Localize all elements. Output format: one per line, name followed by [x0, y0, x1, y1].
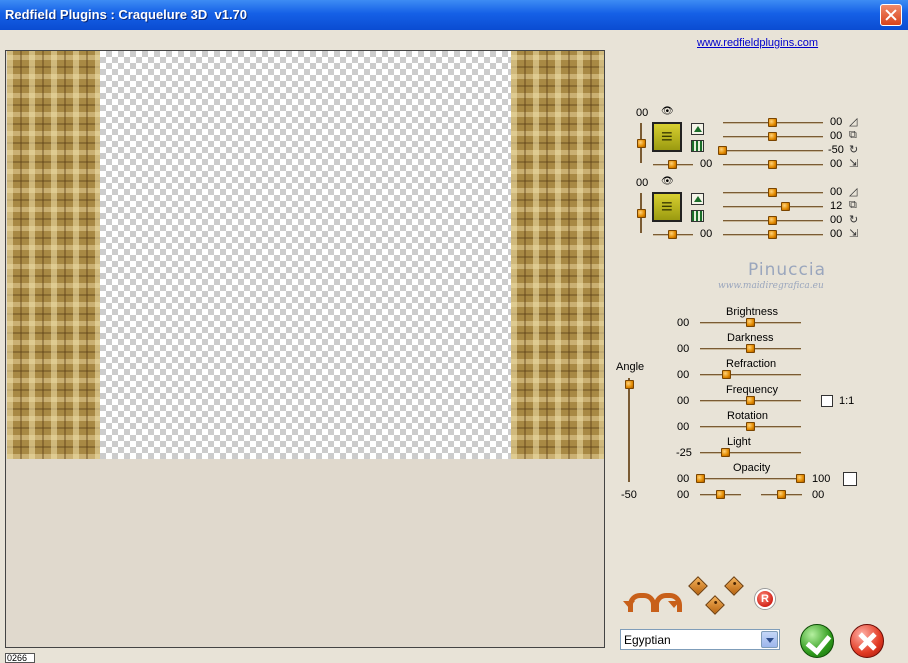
layer-2-bottom-value: 00	[700, 228, 713, 240]
bottom-left-value: 00	[677, 489, 690, 501]
refraction-label: Refraction	[726, 358, 777, 370]
watermark-name: Pinuccia	[748, 260, 826, 280]
angle-value: -50	[621, 489, 637, 501]
layer-2-pattern-button[interactable]	[691, 210, 704, 222]
layer-1-slider-3[interactable]	[723, 150, 823, 152]
light-slider[interactable]	[700, 452, 801, 454]
close-window-button[interactable]	[880, 4, 902, 26]
frequency-value: 00	[677, 395, 690, 407]
reset-button[interactable]: R	[755, 589, 775, 609]
layer-1-vertical-thumb[interactable]	[637, 139, 646, 148]
preset-selected-value: Egyptian	[624, 633, 671, 647]
window-title: Redfield Plugins : Craquelure 3D v1.70	[5, 7, 248, 22]
layer-1-slider-1-value: 00	[830, 116, 843, 128]
squares-icon: ⧉	[849, 199, 857, 211]
brightness-slider-thumb[interactable]	[746, 318, 755, 327]
title-bar: Redfield Plugins : Craquelure 3D v1.70	[0, 0, 908, 30]
opacity-slider[interactable]	[700, 478, 801, 480]
opacity-slider-max-thumb[interactable]	[796, 474, 805, 483]
refraction-slider-thumb[interactable]	[722, 370, 731, 379]
eye-icon[interactable]: 👁	[661, 176, 674, 187]
rotate-icon: ↻	[849, 144, 859, 156]
layer-1-bottom-thumb[interactable]	[668, 160, 677, 169]
layer-2-slider-3-thumb[interactable]	[768, 216, 777, 225]
angle-slider[interactable]	[628, 378, 630, 482]
layer-2-vertical-thumb[interactable]	[637, 209, 646, 218]
angle-label: Angle	[616, 361, 645, 373]
layer-2-slider-3-value: 00	[830, 214, 843, 226]
layer-1-texture-button[interactable]	[652, 122, 682, 152]
layer-1-slider-2-thumb[interactable]	[768, 132, 777, 141]
preview-pane[interactable]	[5, 50, 605, 648]
layer-1-bottom-value: 00	[700, 158, 713, 170]
layer-2-slider-2-thumb[interactable]	[781, 202, 790, 211]
brightness-label: Brightness	[726, 306, 778, 318]
layer-2-texture-button[interactable]	[652, 192, 682, 222]
triangle-icon: ◿	[849, 186, 858, 198]
ratio-checkbox[interactable]	[821, 395, 833, 407]
opacity-value: 00	[677, 473, 690, 485]
darkness-slider-thumb[interactable]	[746, 344, 755, 353]
cancel-button[interactable]	[850, 624, 884, 658]
opacity-checkbox[interactable]	[843, 472, 857, 486]
bottom-left-slider-thumb[interactable]	[716, 490, 725, 499]
layer-2-bottom-thumb[interactable]	[668, 230, 677, 239]
layer-1-slider-4-thumb[interactable]	[768, 160, 777, 169]
light-value: -25	[676, 447, 692, 459]
layer-2-slider-1-value: 00	[830, 186, 843, 198]
angle-slider-thumb[interactable]	[625, 380, 634, 389]
opacity-slider-min-thumb[interactable]	[696, 474, 705, 483]
redo-arrow-icon[interactable]	[651, 587, 682, 612]
bottom-right-slider-thumb[interactable]	[777, 490, 786, 499]
bottom-right-value: 00	[812, 489, 825, 501]
layer-1-slider-1-thumb[interactable]	[768, 118, 777, 127]
layer-1-up-button[interactable]	[691, 123, 704, 135]
darkness-label: Darkness	[727, 332, 774, 344]
refraction-value: 00	[677, 369, 690, 381]
status-field: 0266	[5, 653, 35, 663]
layer-1-left-value: 00	[636, 107, 649, 119]
layer-2-slider-4-thumb[interactable]	[768, 230, 777, 239]
opacity-max-value: 100	[812, 473, 831, 485]
light-slider-thumb[interactable]	[721, 448, 730, 457]
texture-right-strip	[511, 51, 604, 459]
preset-dropdown[interactable]: Egyptian	[620, 629, 780, 650]
website-link[interactable]: www.redfieldplugins.com	[697, 37, 818, 49]
opacity-label: Opacity	[733, 462, 771, 474]
chevron-down-icon[interactable]	[761, 631, 778, 648]
ratio-checkbox-label: 1:1	[839, 395, 855, 407]
preview-image	[6, 51, 604, 459]
layer-1-pattern-button[interactable]	[691, 140, 704, 152]
layer-2-slider-4-value: 00	[830, 228, 843, 240]
eye-icon[interactable]: 👁	[661, 106, 674, 117]
layer-2-slider-2-value: 12	[830, 200, 843, 212]
layer-2-slider-1-thumb[interactable]	[768, 188, 777, 197]
triangle-icon: ◿	[849, 116, 858, 128]
rotation-value: 00	[677, 421, 690, 433]
layer-1-slider-3-thumb[interactable]	[718, 146, 727, 155]
layer-2-slider-2[interactable]	[723, 206, 823, 208]
watermark-url: www.maidiregrafica.eu	[718, 281, 824, 291]
darkness-value: 00	[677, 343, 690, 355]
layer-1-slider-2-value: 00	[830, 130, 843, 142]
brightness-value: 00	[677, 317, 690, 329]
layer-2-left-value: 00	[636, 177, 649, 189]
rotation-label: Rotation	[727, 410, 768, 422]
transparent-area	[100, 51, 511, 459]
light-label: Light	[727, 436, 751, 448]
rotation-slider-thumb[interactable]	[746, 422, 755, 431]
texture-left-strip	[7, 51, 100, 459]
shift-icon: ⇲	[849, 228, 859, 240]
rotate-icon: ↻	[849, 214, 859, 226]
shift-icon: ⇲	[849, 158, 859, 170]
frequency-label: Frequency	[726, 384, 778, 396]
ok-button[interactable]	[800, 624, 834, 658]
undo-arrow-icon[interactable]	[623, 587, 656, 612]
squares-icon: ⧉	[849, 129, 857, 141]
layer-1-slider-4-value: 00	[830, 158, 843, 170]
layer-2-up-button[interactable]	[691, 193, 704, 205]
layer-1-slider-3-value: -50	[828, 144, 844, 156]
frequency-slider-thumb[interactable]	[746, 396, 755, 405]
refraction-slider[interactable]	[700, 374, 801, 376]
